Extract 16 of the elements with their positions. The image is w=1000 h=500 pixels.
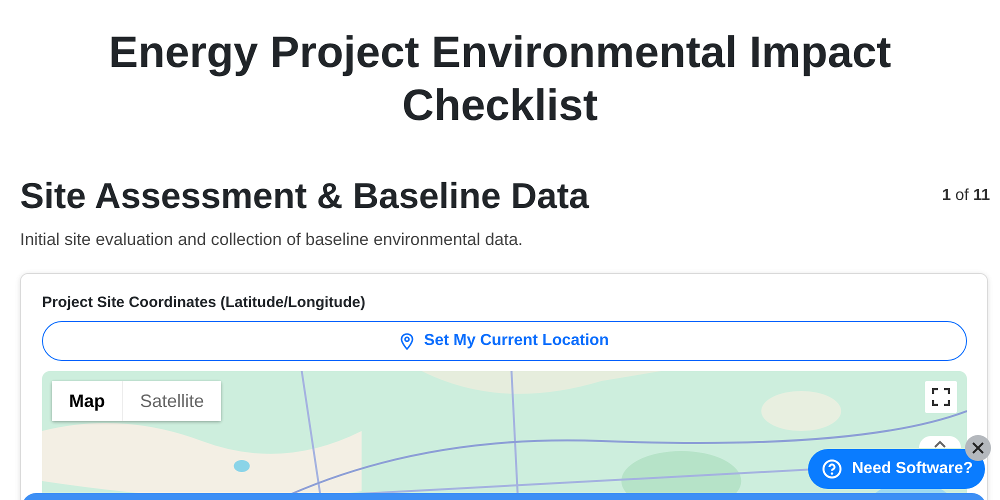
field-label: Project Site Coordinates (Latitude/Longitude) (42, 294, 366, 311)
help-button[interactable]: Need Software? (808, 449, 985, 489)
map-type-tab[interactable]: Map (52, 381, 122, 421)
map-type-tab[interactable]: Satellite (122, 381, 222, 421)
page-title: Energy Project Environmental Impact Checklist (108, 27, 892, 132)
fullscreen-icon (932, 388, 950, 406)
section-title: Site Assessment & Baseline Data (20, 174, 589, 218)
location-button[interactable]: Set My Current Location (42, 321, 967, 361)
question-icon (822, 459, 842, 479)
chevron-up-icon (934, 440, 946, 448)
step-counter: 1 of 11 (942, 187, 990, 205)
section-description: Initial site evaluation and collection of baseline environmental data. (20, 230, 524, 250)
close-icon (972, 442, 984, 454)
fullscreen-button[interactable] (925, 381, 957, 413)
close-button[interactable] (965, 435, 991, 461)
location-pin-icon (400, 332, 414, 350)
